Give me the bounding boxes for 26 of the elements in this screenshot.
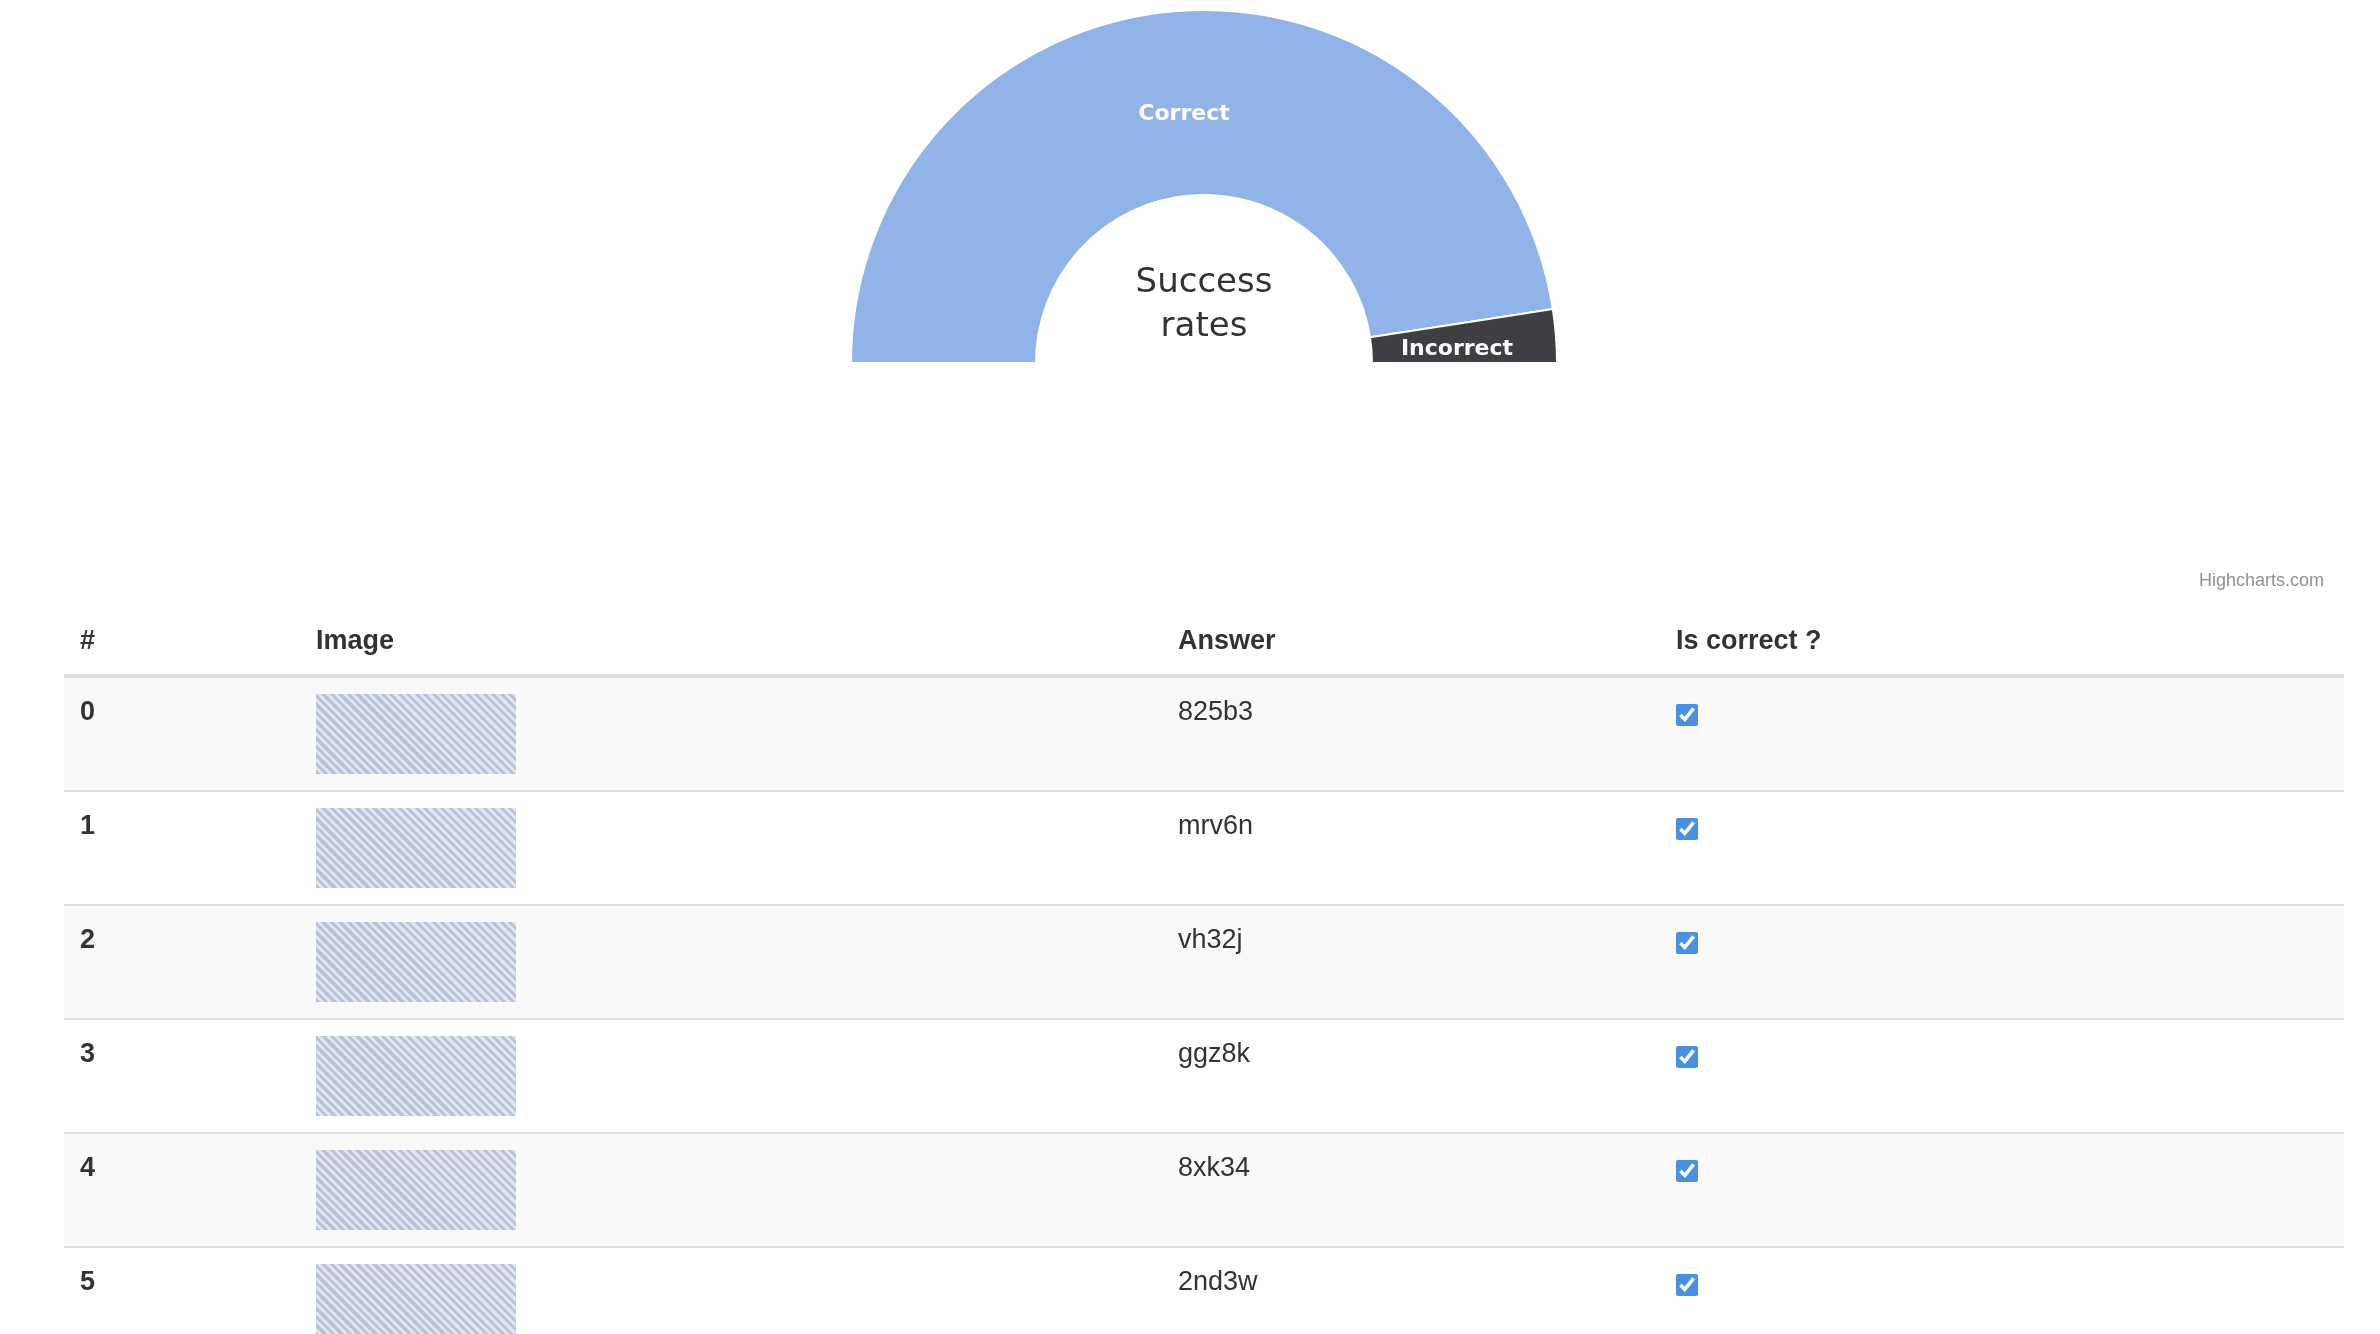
row-index: 4 [80,1151,97,1183]
answer-cell-text: 2nd3w [1178,1265,1259,1297]
column-header: Is correct ? [1676,625,1823,656]
answer-cell-text: 8xk34 [1178,1151,1252,1183]
correct-checkbox[interactable] [1676,1274,1698,1296]
column-header: Image [316,625,396,656]
row-index: 5 [80,1265,97,1297]
slice-label: Correct [1138,100,1230,125]
answer-cell-text: vh32j [1178,923,1244,955]
correct-checkbox[interactable] [1676,818,1698,840]
column-header: Answer [1178,625,1277,656]
correct-checkbox[interactable] [1676,1160,1698,1182]
row-index: 1 [80,809,97,841]
row-index: 3 [80,1037,97,1069]
chart-title: Success rates [1134,259,1274,346]
answer-cell-text: ggz8k [1178,1037,1252,1069]
answer-cell-text: mrv6n [1178,809,1254,841]
column-header: # [80,625,97,656]
row-index: 2 [80,923,97,955]
correct-checkbox[interactable] [1676,1046,1698,1068]
correct-checkbox[interactable] [1676,704,1698,726]
answer-cell-text: 825b3 [1178,695,1255,727]
chart-credit: Highcharts.com [2198,570,2324,591]
row-index: 0 [80,695,97,727]
slice-label: Incorrect [1400,335,1514,360]
correct-checkbox[interactable] [1676,932,1698,954]
